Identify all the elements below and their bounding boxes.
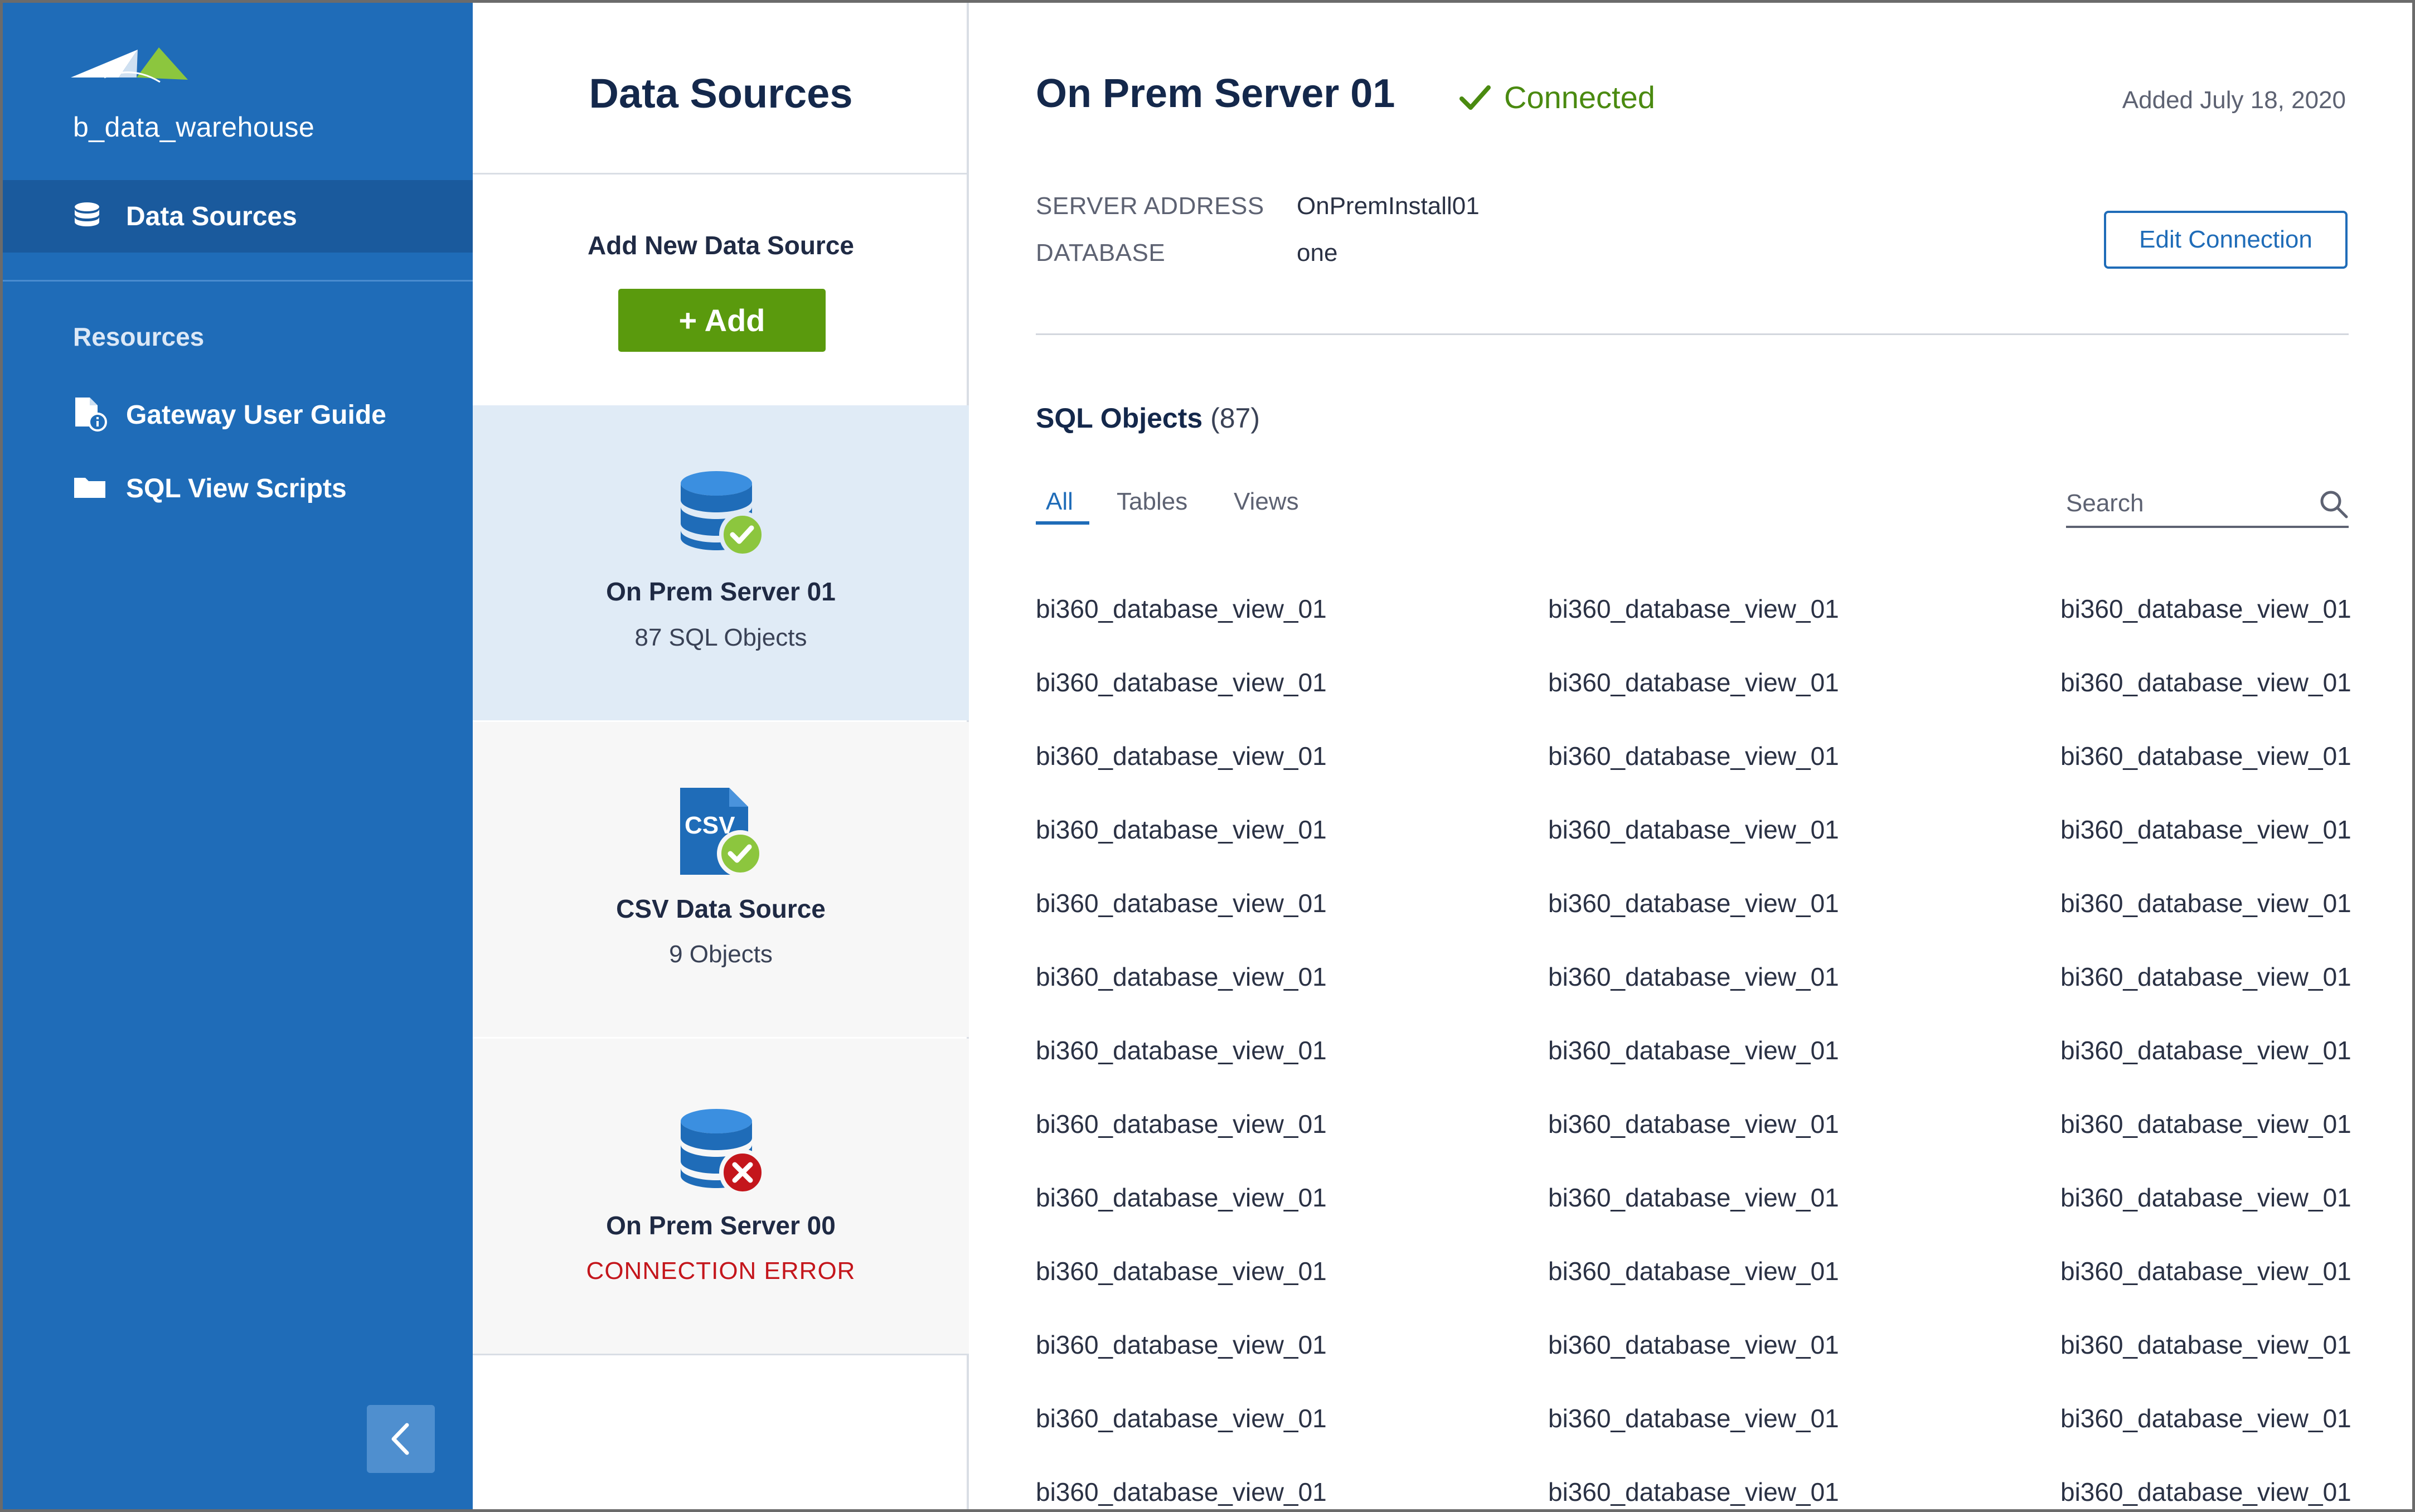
sql-object-item[interactable]: bi360_database_view_01 <box>1036 667 1327 697</box>
server-title: On Prem Server 01 <box>1036 71 1395 116</box>
tab-all[interactable]: All <box>1046 488 1073 516</box>
sql-object-item[interactable]: bi360_database_view_01 <box>2060 1035 2351 1065</box>
sql-object-item[interactable]: bi360_database_view_01 <box>1548 1109 1839 1139</box>
data-source-card-on-prem-server-01[interactable]: On Prem Server 01 87 SQL Objects <box>473 405 969 720</box>
server-address-label: SERVER ADDRESS <box>1036 192 1264 220</box>
data-source-name: On Prem Server 01 <box>606 577 836 606</box>
data-source-detail: On Prem Server 01 Connected Added July 1… <box>969 3 2412 1509</box>
edit-connection-button[interactable]: Edit Connection <box>2104 211 2348 269</box>
sql-object-item[interactable]: bi360_database_view_01 <box>2060 815 2351 845</box>
sidebar-item-label: Data Sources <box>126 202 297 231</box>
sql-object-item[interactable]: bi360_database_view_01 <box>1548 667 1839 697</box>
tab-views[interactable]: Views <box>1234 488 1299 516</box>
sql-object-item[interactable]: bi360_database_view_01 <box>1036 815 1327 845</box>
sql-object-item[interactable]: bi360_database_view_01 <box>2060 1256 2351 1286</box>
sql-object-item[interactable]: bi360_database_view_01 <box>1036 1477 1327 1507</box>
sql-object-item[interactable]: bi360_database_view_01 <box>2060 594 2351 624</box>
sql-object-item[interactable]: bi360_database_view_01 <box>2060 1330 2351 1360</box>
sql-objects-heading: SQL Objects (87) <box>1036 402 1260 434</box>
database-label: DATABASE <box>1036 239 1166 266</box>
sql-object-item[interactable]: bi360_database_view_01 <box>1036 1256 1327 1286</box>
brand-name: b_data_warehouse <box>73 112 315 143</box>
search-input[interactable] <box>2066 487 2311 520</box>
sql-object-item[interactable]: bi360_database_view_01 <box>1548 815 1839 845</box>
brand-logo-icon <box>71 47 188 83</box>
sql-object-item[interactable]: bi360_database_view_01 <box>1548 1183 1839 1213</box>
sql-object-item[interactable]: bi360_database_view_01 <box>1548 1035 1839 1065</box>
checkmark-icon <box>1459 85 1491 110</box>
data-source-count: 9 Objects <box>669 941 773 968</box>
sql-object-item[interactable]: bi360_database_view_01 <box>2060 667 2351 697</box>
sql-object-item[interactable]: bi360_database_view_01 <box>1036 1183 1327 1213</box>
sql-object-item[interactable]: bi360_database_view_01 <box>2060 741 2351 771</box>
sql-objects-count: (87) <box>1210 403 1260 434</box>
document-info-icon <box>75 398 107 432</box>
add-data-source-button[interactable]: + Add <box>618 289 826 352</box>
sql-object-item[interactable]: bi360_database_view_01 <box>1548 888 1839 918</box>
connection-status-label: Connected <box>1504 80 1655 115</box>
sql-object-item[interactable]: bi360_database_view_01 <box>2060 1477 2351 1507</box>
app-window: b_data_warehouse Data Sources Resources … <box>0 0 2415 1512</box>
sql-object-item[interactable]: bi360_database_view_01 <box>2060 962 2351 992</box>
sidebar-item-gateway-user-guide[interactable]: Gateway User Guide <box>3 386 473 437</box>
data-source-error-status: CONNECTION ERROR <box>586 1257 856 1285</box>
data-source-card-on-prem-server-00[interactable]: On Prem Server 00 CONNECTION ERROR <box>473 1039 969 1354</box>
panel-title: Data Sources <box>589 70 853 117</box>
sql-objects-title: SQL Objects <box>1036 403 1203 434</box>
sql-object-item[interactable]: bi360_database_view_01 <box>1548 1403 1839 1433</box>
collapse-sidebar-button[interactable] <box>367 1405 435 1473</box>
database-value: one <box>1297 239 1338 266</box>
sql-object-item[interactable]: bi360_database_view_01 <box>1548 1477 1839 1507</box>
database-connected-icon <box>681 471 766 558</box>
database-error-icon <box>681 1109 766 1196</box>
sql-object-item[interactable]: bi360_database_view_01 <box>1548 594 1839 624</box>
sql-object-item[interactable]: bi360_database_view_01 <box>1036 1403 1327 1433</box>
database-icon <box>75 202 99 226</box>
sql-object-item[interactable]: bi360_database_view_01 <box>1036 888 1327 918</box>
sql-object-item[interactable]: bi360_database_view_01 <box>1036 1109 1327 1139</box>
server-address-value: OnPremInstall01 <box>1297 192 1480 220</box>
data-sources-panel: Data Sources Add New Data Source + Add O… <box>473 3 969 1509</box>
tab-tables[interactable]: Tables <box>1117 488 1187 516</box>
sql-object-item[interactable]: bi360_database_view_01 <box>2060 1183 2351 1213</box>
sql-object-item[interactable]: bi360_database_view_01 <box>1036 962 1327 992</box>
divider <box>473 1354 969 1355</box>
csv-file-connected-icon: CSV <box>680 788 764 877</box>
sidebar-item-data-sources[interactable]: Data Sources <box>3 180 473 253</box>
sql-object-item[interactable]: bi360_database_view_01 <box>1036 741 1327 771</box>
add-data-source-label: Add New Data Source <box>588 231 854 260</box>
data-source-card-csv[interactable]: CSV CSV Data Source 9 Objects <box>473 722 969 1037</box>
connection-status: Connected <box>1458 79 1655 115</box>
sidebar: b_data_warehouse Data Sources Resources … <box>3 3 473 1509</box>
resources-heading: Resources <box>73 322 205 351</box>
sql-object-item[interactable]: bi360_database_view_01 <box>1036 1035 1327 1065</box>
sql-object-item[interactable]: bi360_database_view_01 <box>1036 1330 1327 1360</box>
sidebar-divider <box>3 280 473 282</box>
sql-object-item[interactable]: bi360_database_view_01 <box>1036 594 1327 624</box>
data-source-count: 87 SQL Objects <box>634 624 807 651</box>
sidebar-item-label: SQL View Scripts <box>126 474 347 503</box>
sql-object-item[interactable]: bi360_database_view_01 <box>2060 888 2351 918</box>
divider <box>1036 333 2349 335</box>
folder-icon <box>74 478 105 498</box>
search-icon[interactable] <box>2319 489 2349 519</box>
sidebar-item-label: Gateway User Guide <box>126 400 386 430</box>
added-date: Added July 18, 2020 <box>2122 86 2346 114</box>
sql-object-item[interactable]: bi360_database_view_01 <box>1548 962 1839 992</box>
data-source-name: On Prem Server 00 <box>606 1211 836 1240</box>
sql-object-item[interactable]: bi360_database_view_01 <box>1548 1330 1839 1360</box>
sql-object-item[interactable]: bi360_database_view_01 <box>2060 1403 2351 1433</box>
sql-object-item[interactable]: bi360_database_view_01 <box>1548 1256 1839 1286</box>
sql-object-item[interactable]: bi360_database_view_01 <box>1548 741 1839 771</box>
active-tab-indicator <box>1036 521 1089 525</box>
divider <box>473 173 969 175</box>
sidebar-item-sql-view-scripts[interactable]: SQL View Scripts <box>3 460 473 510</box>
sql-object-item[interactable]: bi360_database_view_01 <box>2060 1109 2351 1139</box>
search-box <box>2066 483 2349 528</box>
chevron-left-icon <box>391 1423 409 1455</box>
data-source-name: CSV Data Source <box>616 894 826 923</box>
